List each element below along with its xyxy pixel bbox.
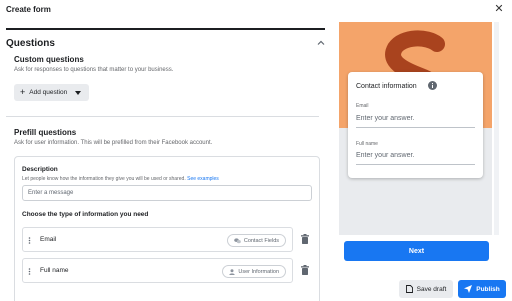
add-question-button[interactable]: + Add question [14, 84, 89, 101]
prefill-field-row[interactable]: Full name User Information [22, 258, 293, 283]
document-icon [405, 285, 413, 293]
prefill-card: Description Let people know how the info… [14, 156, 320, 301]
editor-panel[interactable]: Questions Custom questions Ask for respo… [0, 22, 331, 301]
next-button[interactable]: Next [344, 241, 489, 261]
field-type-label: User Information [238, 268, 279, 275]
preview-field-input[interactable]: Enter your answer. [356, 152, 475, 165]
prefill-questions-title: Prefill questions [14, 128, 77, 137]
message-input[interactable]: Enter a message [22, 185, 312, 201]
plus-icon: + [20, 87, 26, 97]
drag-handle-icon[interactable] [28, 268, 31, 275]
save-draft-label: Save draft [416, 285, 447, 293]
chevron-up-icon[interactable] [316, 38, 326, 48]
preview-card: Contact information Email Enter your ans… [348, 72, 483, 178]
prefill-field-row[interactable]: Email Contact Fields [22, 227, 293, 252]
publish-label: Publish [476, 285, 500, 293]
field-type-chip: Contact Fields [226, 234, 286, 247]
save-draft-button[interactable]: Save draft [399, 280, 453, 298]
preview-field-label: Full name [356, 141, 378, 147]
preview-field-label: Email [356, 103, 369, 109]
drag-handle-icon[interactable] [28, 237, 31, 244]
see-examples-link[interactable]: See examples [187, 176, 219, 182]
caret-down-icon [75, 90, 82, 95]
field-type-chip: User Information [222, 265, 286, 278]
questions-section-title: Questions [6, 38, 55, 49]
divider [6, 116, 319, 117]
person-icon [229, 268, 236, 275]
send-icon [464, 285, 473, 293]
close-icon[interactable]: ✕ [493, 3, 505, 15]
custom-questions-title: Custom questions [14, 55, 84, 64]
prefill-questions-subtitle: Ask for user information. This will be p… [14, 140, 213, 146]
trash-icon[interactable] [299, 264, 311, 276]
description-help: Let people know how the information they… [22, 176, 219, 182]
dialog-title: Create form [6, 5, 51, 14]
description-help-text: Let people know how the information they… [22, 176, 186, 182]
custom-questions-subtitle: Ask for responses to questions that matt… [14, 67, 174, 73]
preview-scrollbar[interactable] [494, 22, 499, 235]
preview-card-title: Contact information [356, 83, 417, 90]
field-label: Email [40, 236, 57, 243]
field-label: Full name [40, 267, 69, 274]
header-bar: Create form ✕ [0, 0, 512, 22]
chat-bubbles-icon [234, 237, 241, 243]
add-question-label: Add question [29, 89, 68, 96]
publish-button[interactable]: Publish [458, 280, 506, 298]
field-type-label: Contact Fields [243, 237, 279, 244]
preview-field-input[interactable]: Enter your answer. [356, 115, 475, 128]
choose-info-label: Choose the type of information you need [22, 211, 149, 218]
section-rule [6, 28, 325, 30]
description-label: Description [22, 166, 58, 173]
info-icon[interactable] [428, 81, 437, 90]
trash-icon[interactable] [299, 233, 311, 245]
